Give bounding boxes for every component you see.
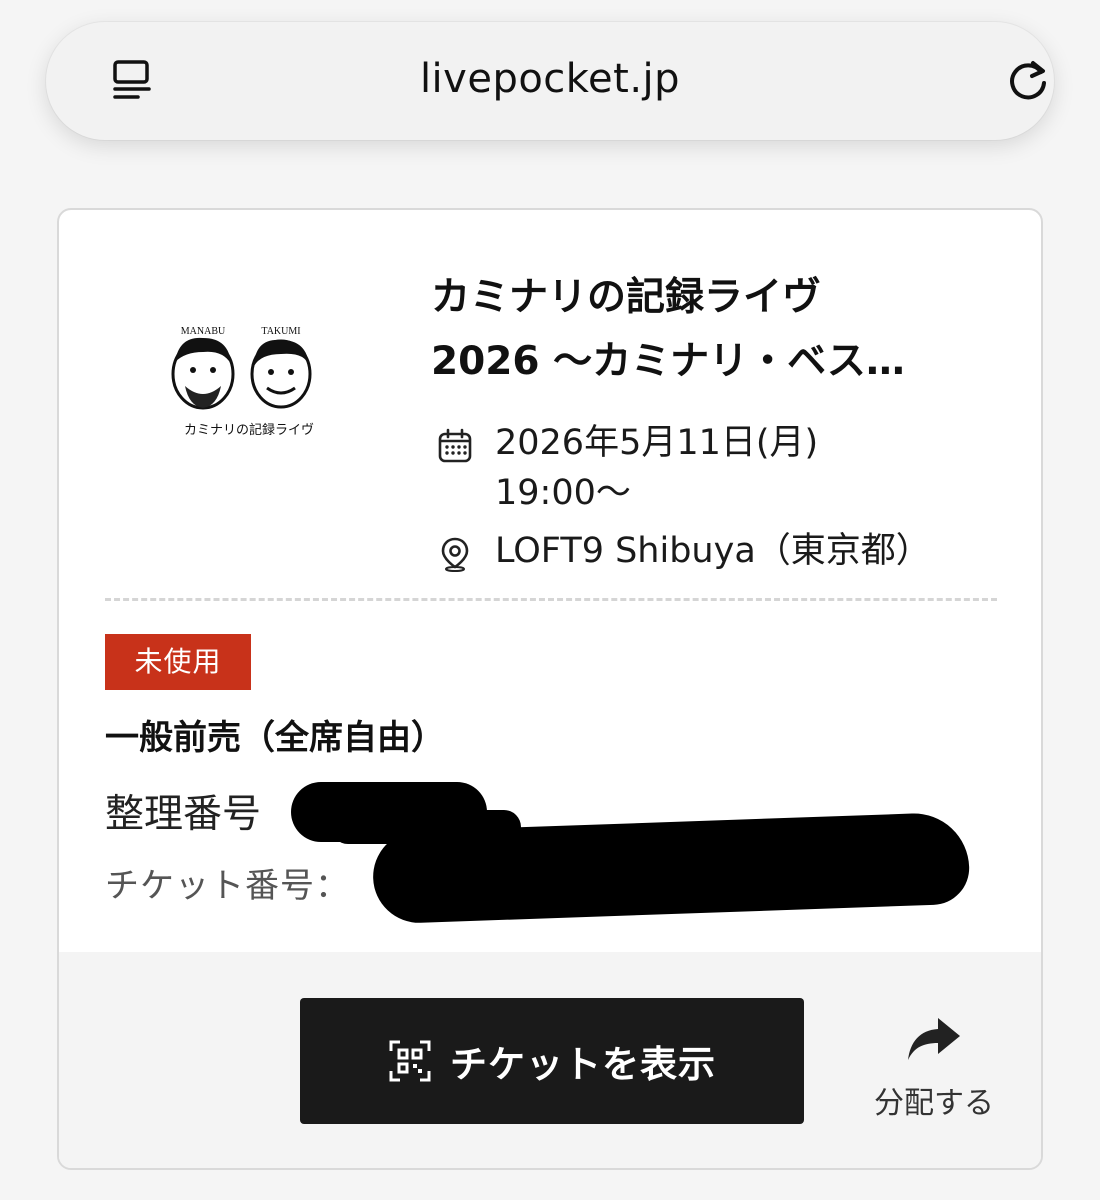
ticket-card[interactable]: MANABU TAKUMI カミナリの記録ライヴ カミナリの記録ライヴ 2026…: [57, 208, 1043, 1170]
thumbnail-caption: カミナリの記録ライヴ: [184, 422, 314, 438]
ticket-type: 一般前売（全席自由）: [105, 718, 445, 758]
thumbnail-right-name: TAKUMI: [261, 326, 300, 337]
show-ticket-button[interactable]: チケットを表示: [300, 998, 804, 1124]
event-thumbnail: MANABU TAKUMI カミナリの記録ライヴ: [159, 322, 339, 472]
thumbnail-left-name: MANABU: [181, 326, 226, 337]
event-date: 2026年5月11日(月): [495, 423, 819, 463]
location-pin-icon: [437, 536, 473, 572]
qr-code-icon: [388, 1039, 432, 1083]
reload-icon[interactable]: [1003, 55, 1053, 105]
event-time: 19:00〜: [495, 473, 631, 513]
page: livepocket.jp MANABU TAKUMI カミナリの記録ライヴ カ…: [0, 0, 1100, 1200]
event-title[interactable]: カミナリの記録ライヴ 2026 〜カミナリ・ベス…: [431, 266, 1001, 394]
event-datetime: 2026年5月11日(月) 19:00〜: [437, 418, 818, 518]
show-ticket-label: チケットを表示: [450, 1043, 716, 1086]
ticket-actions: チケットを表示 分配する: [59, 952, 1041, 1168]
browser-address-bar[interactable]: livepocket.jp: [46, 22, 1054, 140]
ticket-number-label: チケット番号：: [105, 866, 350, 906]
redaction-mark: [371, 811, 971, 925]
event-title-line1: カミナリの記録ライヴ: [431, 275, 822, 320]
calendar-icon: [437, 428, 473, 464]
venue-name: LOFT9 Shibuya（東京都）: [495, 531, 931, 571]
share-label: 分配する: [874, 1086, 994, 1121]
share-arrow-icon: [904, 1014, 964, 1066]
share-button[interactable]: 分配する: [849, 1014, 1019, 1124]
event-title-line2: 2026 〜カミナリ・ベス…: [431, 339, 905, 384]
event-venue: LOFT9 Shibuya（東京都）: [437, 526, 931, 576]
sequence-number-label: 整理番号: [105, 792, 262, 837]
url-text[interactable]: livepocket.jp: [46, 56, 1054, 102]
dashed-divider: [105, 598, 997, 601]
status-badge: 未使用: [105, 634, 251, 690]
